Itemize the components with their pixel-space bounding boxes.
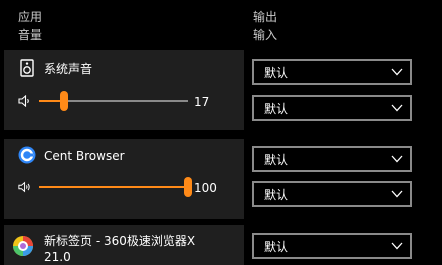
app-name: 系统声音 [44, 62, 93, 76]
volume-value: 17 [194, 95, 210, 109]
input-column-header: 输入 [253, 28, 278, 42]
volume-low-icon[interactable] [18, 95, 32, 107]
input-device-dropdown[interactable]: 默认 [252, 181, 412, 207]
output-column-header: 输出 [253, 10, 278, 24]
app-row-360-browser: 新标签页 - 360极速浏览器X 21.0 [4, 225, 244, 265]
output-device-dropdown[interactable]: 默认 [252, 146, 412, 172]
app-row-cent-browser: Cent Browser 100 [4, 139, 244, 219]
dropdown-value: 默认 [264, 102, 289, 116]
cent-browser-icon [18, 146, 36, 164]
volume-value: 100 [194, 181, 217, 195]
chevron-down-icon [391, 190, 403, 198]
chevron-down-icon [391, 155, 403, 163]
dropdown-value: 默认 [264, 240, 289, 254]
output-device-dropdown[interactable]: 默认 [252, 233, 412, 259]
dropdown-value: 默认 [264, 66, 289, 80]
app-row-system-sounds: 系统声音 17 [4, 50, 244, 130]
chevron-down-icon [391, 242, 403, 250]
dropdown-value: 默认 [264, 188, 289, 202]
input-device-dropdown[interactable]: 默认 [252, 95, 412, 121]
volume-slider-thumb[interactable] [184, 177, 192, 197]
chevron-down-icon [391, 104, 403, 112]
360-browser-icon [13, 236, 33, 256]
dropdown-value: 默认 [264, 153, 289, 167]
app-name-line1: 新标签页 - 360极速浏览器X [44, 234, 196, 248]
output-device-dropdown[interactable]: 默认 [252, 59, 412, 85]
volume-slider-thumb[interactable] [60, 91, 69, 111]
volume-slider[interactable] [39, 177, 192, 197]
speaker-icon [20, 59, 34, 77]
volume-slider-fill [39, 186, 188, 188]
volume-column-header: 音量 [18, 28, 43, 42]
app-column-header: 应用 [18, 10, 43, 24]
app-name: Cent Browser [44, 149, 125, 163]
volume-high-icon[interactable] [18, 181, 32, 193]
volume-slider[interactable] [39, 91, 188, 111]
app-name-line2: 21.0 [44, 250, 71, 264]
chevron-down-icon [391, 68, 403, 76]
